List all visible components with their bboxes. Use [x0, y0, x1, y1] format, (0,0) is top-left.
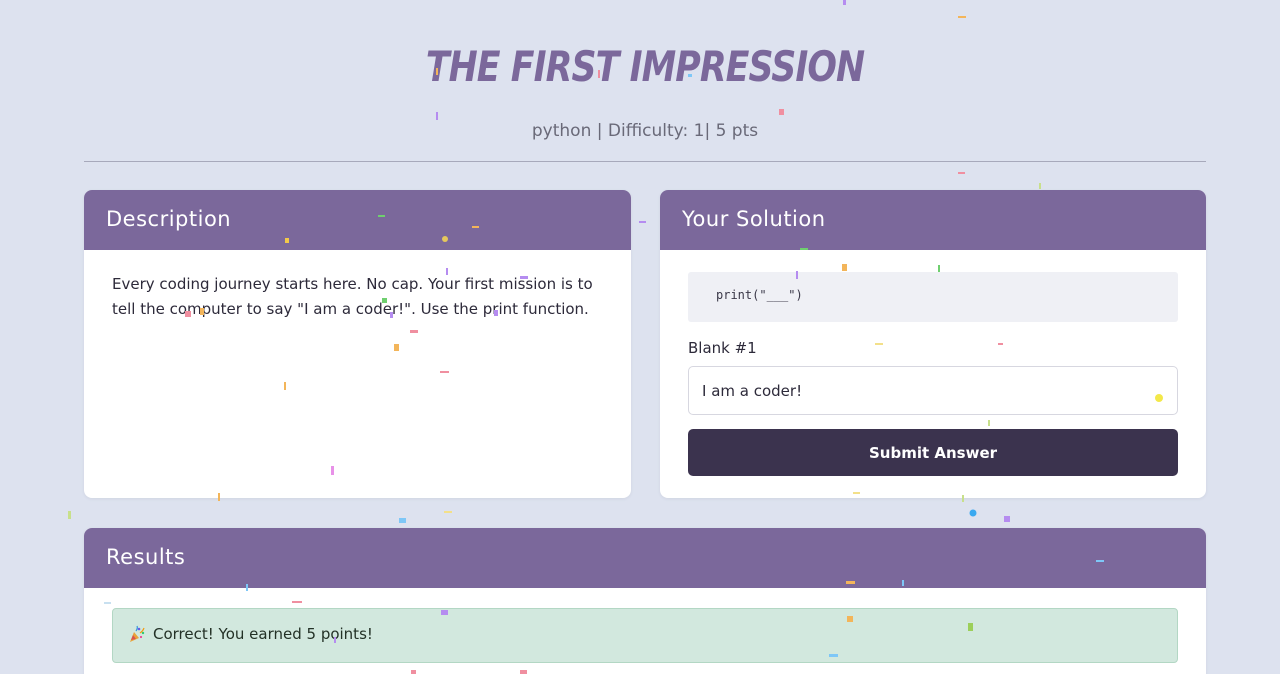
success-message: Correct! You earned 5 points!: [153, 625, 373, 643]
blank-label: Blank #1: [688, 339, 757, 357]
solution-card: Your Solution print("___") Blank #1 Subm…: [660, 190, 1206, 498]
challenge-header: The First Impression python | Difficulty…: [84, 0, 1206, 162]
party-popper-icon: [129, 625, 145, 643]
solution-heading: Your Solution: [660, 190, 1206, 250]
success-alert: Correct! You earned 5 points!: [112, 608, 1178, 663]
results-heading: Results: [84, 528, 1206, 588]
blank-input[interactable]: [688, 366, 1178, 415]
results-card: Results Correct! You earned 5 points!: [84, 528, 1206, 674]
submit-answer-button[interactable]: Submit Answer: [688, 429, 1178, 476]
challenge-title: The First Impression: [425, 42, 865, 91]
difficulty-label: Difficulty:: [607, 121, 689, 141]
code-snippet: print("___"): [688, 272, 1178, 322]
description-text: Every coding journey starts here. No cap…: [112, 275, 593, 318]
difficulty-value: 1: [693, 121, 705, 141]
points-value: 5 pts: [715, 121, 759, 141]
description-card: Description Every coding journey starts …: [84, 190, 631, 498]
language-label: python: [531, 121, 592, 141]
description-heading: Description: [84, 190, 631, 250]
challenge-meta: python | Difficulty: 1| 5 pts: [531, 121, 759, 141]
